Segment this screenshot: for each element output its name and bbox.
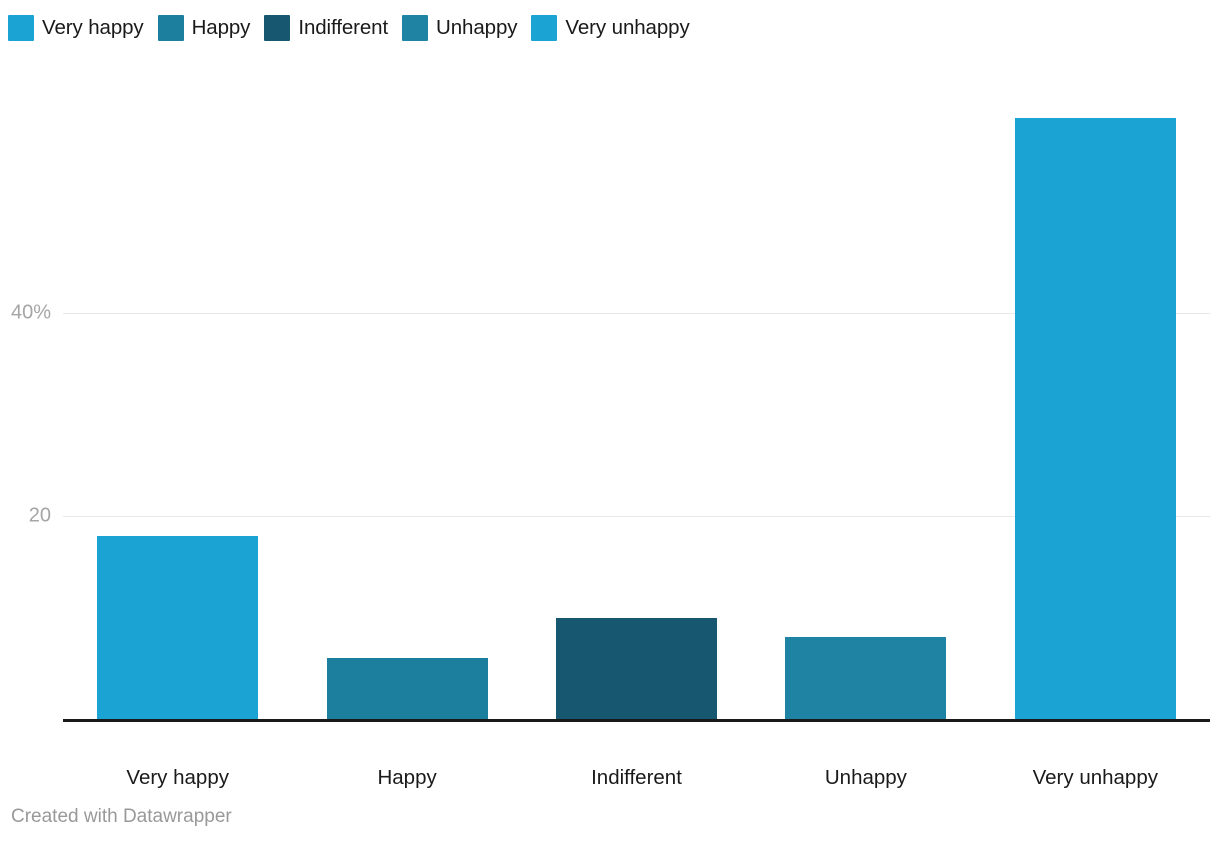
legend-item-label: Unhappy — [436, 16, 518, 39]
legend-item[interactable]: Indifferent — [264, 15, 388, 41]
bar[interactable] — [1014, 117, 1176, 719]
x-axis-tick-label: Unhappy — [824, 766, 907, 789]
legend-swatch-icon — [402, 15, 429, 41]
legend-item[interactable]: Unhappy — [402, 15, 518, 41]
bar[interactable] — [97, 535, 259, 719]
x-axis-line — [63, 719, 1210, 722]
y-axis-tick-label: 40% — [10, 301, 51, 324]
legend-item-label: Indifferent — [298, 16, 389, 39]
datawrapper-credit: Created with Datawrapper — [11, 806, 232, 827]
x-axis-tick-label: Indifferent — [591, 766, 682, 789]
x-axis-tick-label: Very happy — [126, 766, 229, 789]
plot-area — [63, 60, 1210, 722]
x-axis-tick-label: Happy — [377, 766, 437, 789]
legend-swatch-icon — [8, 15, 34, 41]
bar[interactable] — [326, 658, 488, 719]
legend-item-label: Very unhappy — [565, 16, 690, 39]
legend-item[interactable]: Very unhappy — [531, 15, 690, 41]
legend-swatch-icon — [157, 15, 184, 41]
x-axis-tick-label: Very unhappy — [1032, 766, 1158, 789]
legend-item-label: Very happy — [42, 16, 144, 39]
bar[interactable] — [556, 617, 717, 719]
legend-item-label: Happy — [191, 16, 251, 39]
bar-series — [63, 60, 1210, 719]
legend-swatch-icon — [264, 15, 291, 41]
chart-container: 20 40% Very happy Happy Indifferent Unhappy V… — [0, 60, 1220, 789]
legend-swatch-icon — [531, 15, 558, 41]
legend-item[interactable]: Happy — [157, 15, 251, 41]
y-axis-tick-label: 20 — [28, 504, 51, 527]
bar[interactable] — [785, 636, 947, 719]
legend-item[interactable]: Very happy — [8, 15, 144, 41]
chart-legend: Very happy Happy Indifferent Unhappy Very un… — [8, 11, 704, 45]
